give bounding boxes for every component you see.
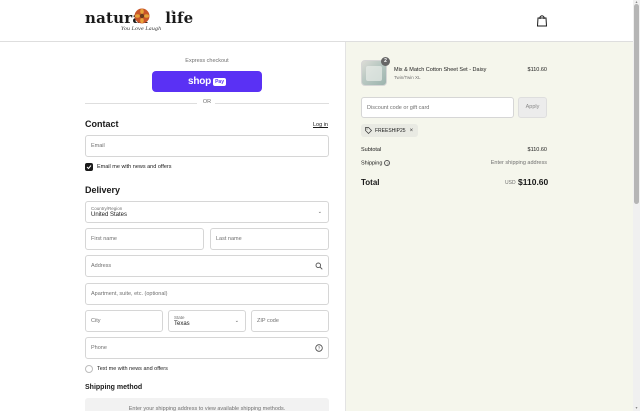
email-offers-row[interactable]: Email me with news and offers <box>85 163 172 171</box>
or-text: OR <box>202 99 212 105</box>
city-placeholder: City <box>91 318 101 324</box>
scrollbar-thumb[interactable] <box>634 4 639 204</box>
state-value: Texas <box>174 321 190 327</box>
country-select[interactable]: Country/Region United States ⌄ <box>85 201 329 223</box>
applied-code-text: FREESHIP25 <box>375 127 406 134</box>
email-field[interactable]: Email <box>85 135 329 157</box>
total-value: $110.60 <box>518 177 549 187</box>
text-offers-label: Text me with news and offers <box>97 366 168 372</box>
state-select[interactable]: State Texas ⌄ <box>168 310 246 332</box>
or-divider: OR <box>85 99 329 107</box>
discount-placeholder: Discount code or gift card <box>367 104 430 111</box>
last-name-placeholder: Last name <box>216 236 242 242</box>
logo-tagline: You Love Laugh <box>121 26 162 32</box>
apply-discount-button[interactable]: Apply <box>518 97 547 118</box>
apartment-field[interactable]: Apartment, suite, etc. (optional) <box>85 283 329 305</box>
express-checkout-label: Express checkout <box>185 58 229 64</box>
country-label: Country/Region <box>91 206 123 211</box>
shop-pay-badge: Pay <box>213 77 226 86</box>
login-link[interactable]: Log in <box>313 122 328 128</box>
text-offers-checkbox[interactable] <box>85 365 93 373</box>
zip-field[interactable]: ZIP code <box>251 310 329 332</box>
shipping-methods-placeholder: Enter your shipping address to view avai… <box>85 398 329 411</box>
product-price: $110.60 <box>527 67 547 73</box>
delivery-title: Delivery <box>85 185 121 195</box>
chevron-down-icon: ⌄ <box>234 318 239 324</box>
help-circle-icon[interactable]: ? <box>315 344 323 352</box>
state-label: State <box>174 315 185 320</box>
product-variant: Twin/Twin XL <box>394 75 421 80</box>
svg-text:?: ? <box>318 346 321 351</box>
address-placeholder: Address <box>91 263 112 269</box>
phone-field[interactable]: Phone ? <box>85 337 329 359</box>
checkmark-icon <box>86 165 92 170</box>
flower-logo-icon <box>134 8 150 24</box>
shop-pay-button[interactable]: shop Pay <box>152 71 262 92</box>
city-field[interactable]: City <box>85 310 163 332</box>
tag-icon <box>365 127 372 134</box>
shipping-method-title: Shipping method <box>85 384 143 391</box>
last-name-field[interactable]: Last name <box>210 228 329 250</box>
quantity-badge: 2 <box>381 57 390 66</box>
logo-trademark: ® <box>171 9 174 14</box>
shopping-bag-icon[interactable] <box>536 14 548 27</box>
shipping-label: Shipping <box>361 160 383 167</box>
scroll-down-arrow-icon[interactable]: ▾ <box>634 406 639 410</box>
total-label: Total <box>361 178 380 187</box>
email-offers-label: Email me with news and offers <box>97 164 172 170</box>
first-name-placeholder: First name <box>91 236 117 242</box>
contact-title: Contact <box>85 119 119 129</box>
remove-discount-icon[interactable]: × <box>410 128 414 134</box>
product-name: Mix & Match Cotton Sheet Set - Daisy <box>394 67 487 73</box>
phone-placeholder: Phone <box>91 345 107 351</box>
email-offers-checkbox[interactable] <box>85 163 93 171</box>
address-field[interactable]: Address <box>85 255 329 277</box>
discount-code-field[interactable]: Discount code or gift card <box>361 97 514 118</box>
search-icon <box>315 262 323 270</box>
zip-placeholder: ZIP code <box>257 318 279 324</box>
total-currency: USD <box>505 180 516 186</box>
product-image <box>366 66 382 81</box>
apartment-placeholder: Apartment, suite, etc. (optional) <box>91 291 168 297</box>
country-value: United States <box>91 212 128 218</box>
text-offers-row[interactable]: Text me with news and offers <box>85 365 168 373</box>
shipping-value: Enter shipping address <box>490 160 547 166</box>
first-name-field[interactable]: First name <box>85 228 204 250</box>
email-placeholder: Email <box>91 143 105 149</box>
applied-discount-chip: FREESHIP25 × <box>361 124 418 137</box>
subtotal-label: Subtotal <box>361 147 382 153</box>
site-header: natural life ® You Love Laugh <box>0 0 633 42</box>
info-icon[interactable]: ? <box>384 160 391 166</box>
shipping-summary-row: Shipping? <box>361 160 391 167</box>
subtotal-value: $110.60 <box>527 147 547 153</box>
page-scrollbar[interactable]: ▴ ▾ <box>633 0 640 411</box>
chevron-down-icon: ⌄ <box>317 209 322 215</box>
shop-pay-wordmark: shop <box>188 76 212 87</box>
